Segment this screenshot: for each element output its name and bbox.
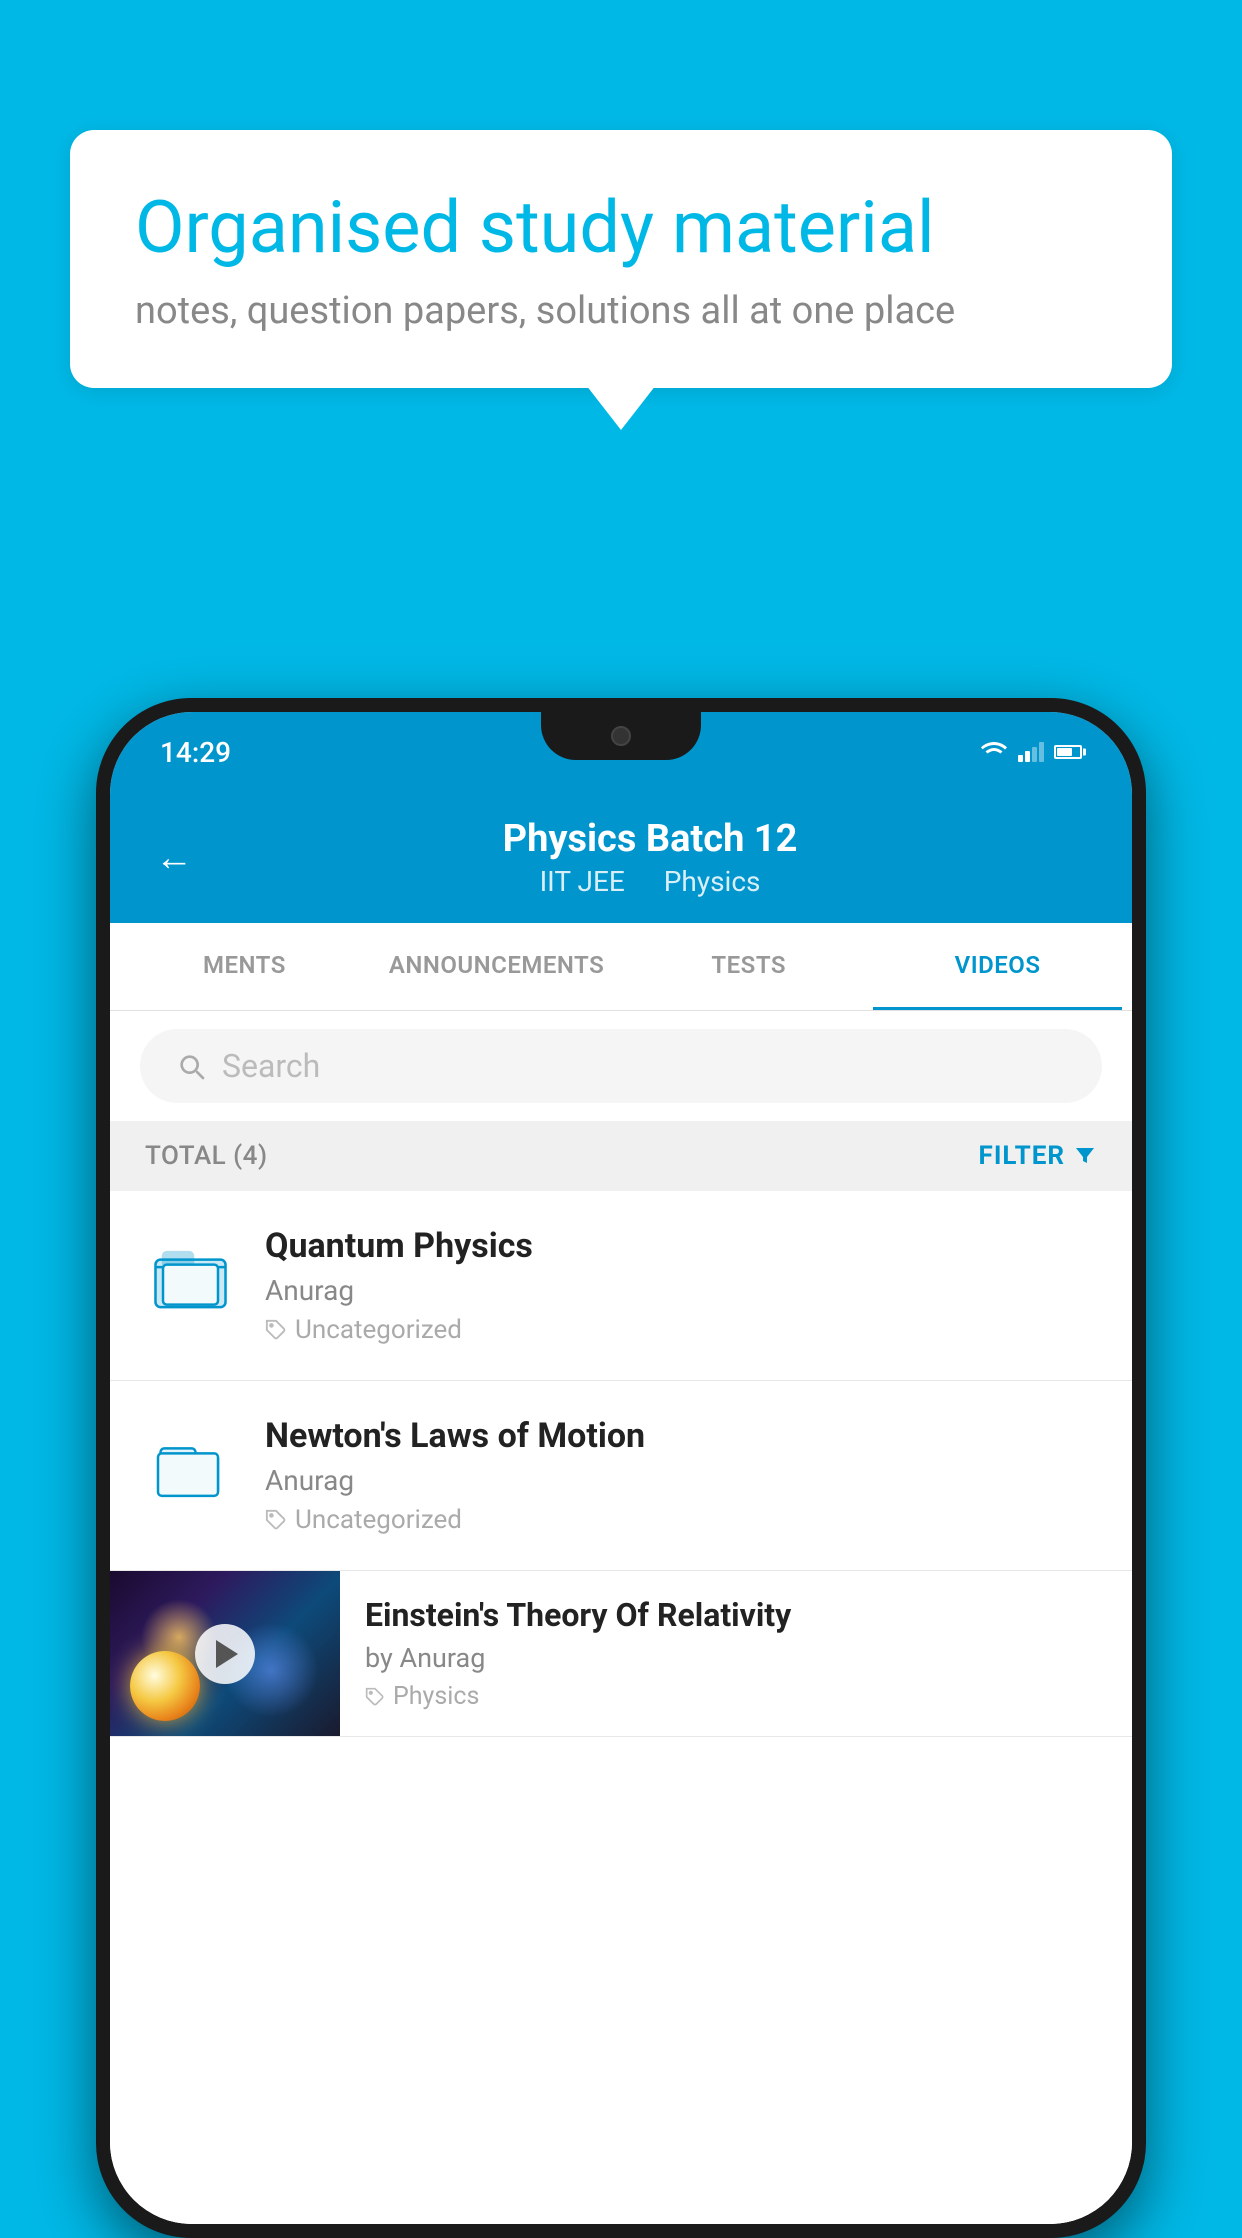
- item-content-quantum: Quantum Physics Anurag Uncategorized: [265, 1226, 1097, 1345]
- tag-icon: [265, 1509, 287, 1531]
- status-icons: [980, 741, 1082, 763]
- filter-button[interactable]: FILTER: [979, 1141, 1097, 1171]
- tag-icon: [265, 1319, 287, 1341]
- signal-icon: [1018, 742, 1044, 762]
- phone-outer: 14:29: [96, 698, 1146, 2238]
- tag-icon: [365, 1687, 385, 1707]
- item-icon-quantum: [145, 1231, 235, 1321]
- header-subtitle-part2: Physics: [664, 865, 761, 898]
- content-list: Quantum Physics Anurag Uncategorized: [110, 1191, 1132, 2224]
- battery-fill: [1057, 748, 1072, 756]
- item-title: Quantum Physics: [265, 1226, 1097, 1266]
- item-tag: Uncategorized: [265, 1315, 1097, 1345]
- play-button[interactable]: [195, 1624, 255, 1684]
- item-content-newton: Newton's Laws of Motion Anurag Uncategor…: [265, 1416, 1097, 1535]
- folder-icon: [153, 1239, 228, 1314]
- speech-bubble: Organised study material notes, question…: [70, 130, 1172, 388]
- list-item[interactable]: Newton's Laws of Motion Anurag Uncategor…: [110, 1381, 1132, 1571]
- phone-mockup: 14:29: [96, 698, 1146, 2238]
- item-author: Anurag: [265, 1464, 1097, 1497]
- header-subtitle-part1: IIT JEE: [540, 865, 625, 898]
- app-header: ← Physics Batch 12 IIT JEE Physics: [110, 792, 1132, 923]
- play-triangle-icon: [216, 1640, 238, 1668]
- header-main-title: Physics Batch 12: [213, 817, 1087, 861]
- tab-ments[interactable]: MENTS: [120, 923, 369, 1010]
- search-icon: [175, 1050, 207, 1082]
- battery-icon: [1054, 745, 1082, 759]
- item-tag-text: Uncategorized: [295, 1315, 462, 1345]
- list-item[interactable]: Quantum Physics Anurag Uncategorized: [110, 1191, 1132, 1381]
- einstein-author: by Anurag: [365, 1642, 1107, 1674]
- item-tag: Uncategorized: [265, 1505, 1097, 1535]
- speech-bubble-container: Organised study material notes, question…: [70, 130, 1172, 388]
- status-time: 14:29: [160, 736, 231, 769]
- item-author: Anurag: [265, 1274, 1097, 1307]
- speech-bubble-title: Organised study material: [135, 185, 1107, 271]
- status-bar: 14:29: [110, 712, 1132, 792]
- item-tag-text: Uncategorized: [295, 1505, 462, 1535]
- tab-announcements[interactable]: ANNOUNCEMENTS: [369, 923, 624, 1010]
- einstein-content: Einstein's Theory Of Relativity by Anura…: [340, 1571, 1132, 1736]
- item-title: Newton's Laws of Motion: [265, 1416, 1097, 1456]
- wifi-icon: [980, 741, 1008, 763]
- speech-bubble-subtitle: notes, question papers, solutions all at…: [135, 289, 1107, 333]
- einstein-title: Einstein's Theory Of Relativity: [365, 1596, 1107, 1634]
- einstein-tag: Physics: [365, 1682, 1107, 1711]
- einstein-tag-text: Physics: [393, 1682, 479, 1711]
- header-title-area: Physics Batch 12 IIT JEE Physics: [213, 817, 1087, 898]
- list-item-einstein[interactable]: Einstein's Theory Of Relativity by Anura…: [110, 1571, 1132, 1737]
- search-placeholder: Search: [222, 1047, 320, 1085]
- total-count: TOTAL (4): [145, 1141, 268, 1171]
- filter-bar: TOTAL (4) FILTER: [110, 1121, 1132, 1191]
- screen-content: ← Physics Batch 12 IIT JEE Physics MENTS…: [110, 792, 1132, 2224]
- front-camera: [611, 726, 631, 746]
- einstein-thumbnail: [110, 1571, 340, 1736]
- header-subtitle: IIT JEE Physics: [213, 865, 1087, 898]
- phone-screen: 14:29: [110, 712, 1132, 2224]
- search-bar[interactable]: Search: [140, 1029, 1102, 1103]
- tab-tests[interactable]: TESTS: [624, 923, 873, 1010]
- tab-videos[interactable]: VIDEOS: [873, 923, 1122, 1010]
- item-icon-newton: [145, 1421, 235, 1511]
- tabs-bar: MENTS ANNOUNCEMENTS TESTS VIDEOS: [110, 923, 1132, 1011]
- folder-icon: [153, 1429, 228, 1504]
- filter-funnel-icon: [1073, 1144, 1097, 1168]
- phone-notch: [541, 712, 701, 760]
- search-container: Search: [110, 1011, 1132, 1121]
- back-button[interactable]: ←: [155, 836, 193, 880]
- filter-label: FILTER: [979, 1141, 1065, 1171]
